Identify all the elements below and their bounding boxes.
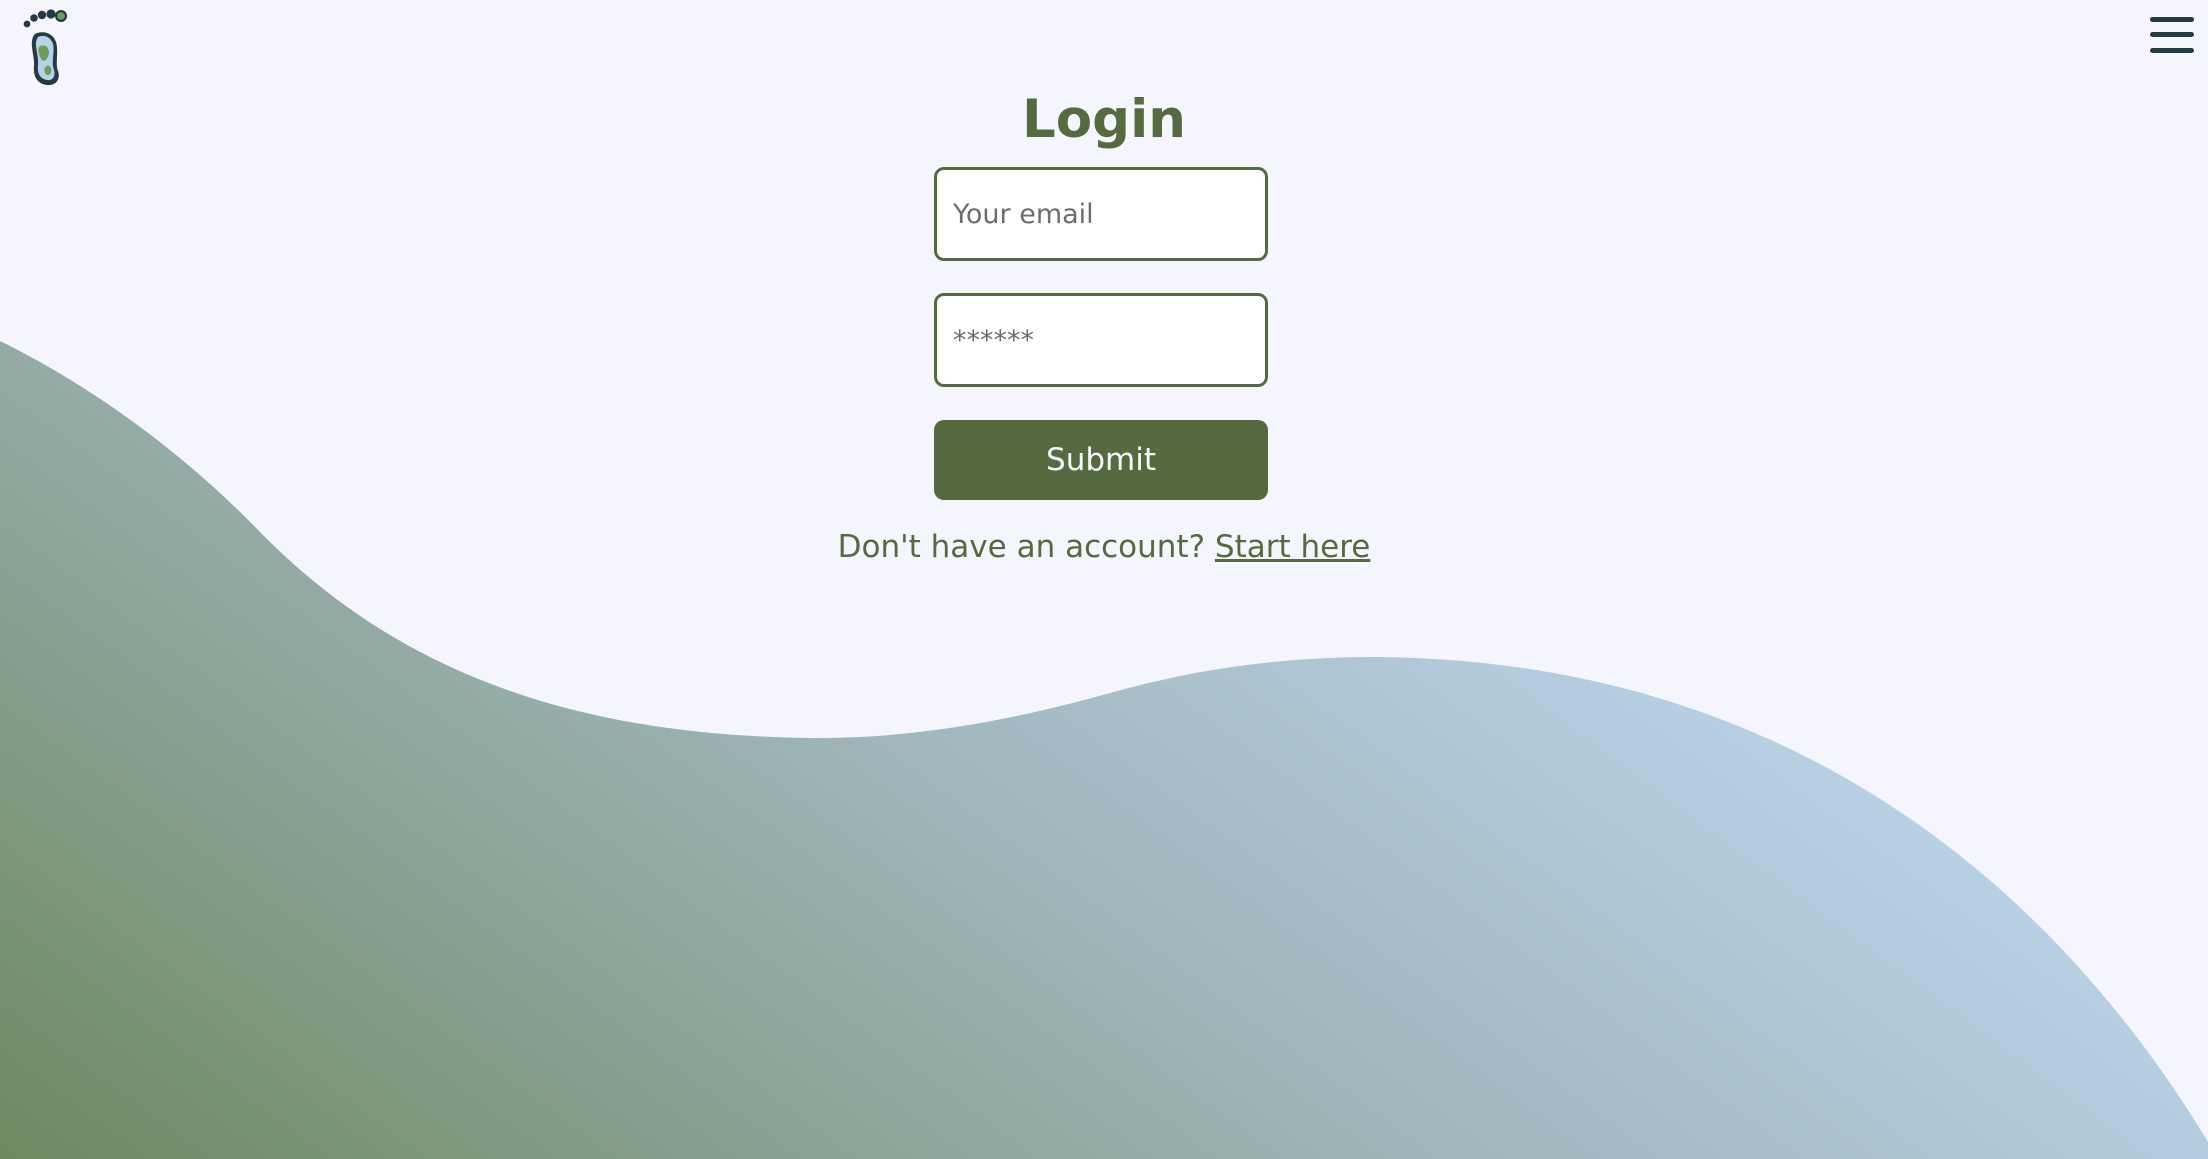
signup-prompt-text: Don't have an account? — [837, 529, 1206, 565]
menu-bar-bottom — [2150, 48, 2194, 53]
start-here-link[interactable]: Start here — [1215, 529, 1370, 565]
submit-button[interactable]: Submit — [934, 420, 1268, 500]
footprint-logo-icon[interactable] — [22, 8, 68, 86]
signup-prompt-line: Don't have an account? Start here — [604, 525, 1604, 569]
email-field[interactable] — [934, 167, 1268, 261]
page-title: Login — [1021, 89, 1187, 150]
hamburger-menu-icon[interactable] — [2148, 14, 2196, 56]
menu-bar-middle — [2150, 32, 2194, 37]
password-field[interactable] — [934, 293, 1268, 387]
menu-bar-top — [2150, 17, 2194, 22]
